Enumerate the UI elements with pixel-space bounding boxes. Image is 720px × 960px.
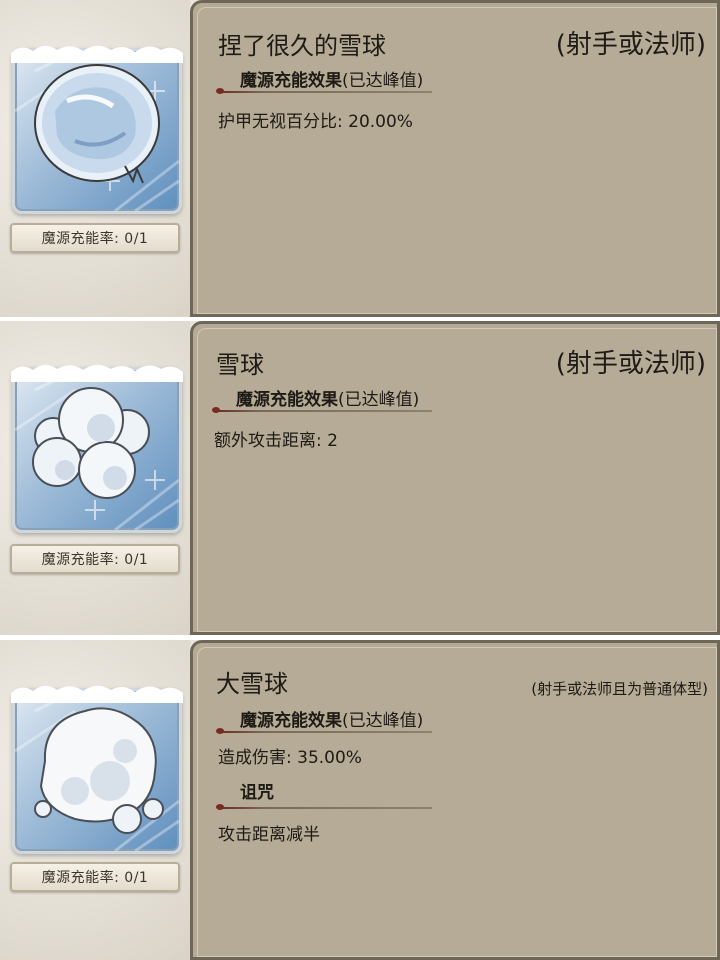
charge-rate: 魔源充能率: 0/1	[10, 223, 180, 253]
item-card-3[interactable]	[11, 685, 183, 854]
divider-line	[222, 807, 432, 809]
item-title: 雪球	[216, 351, 264, 379]
section-header-label: 魔源充能效果	[240, 71, 342, 91]
big-snowball-icon	[15, 691, 179, 851]
section-header: 魔源充能效果(已达峰值)	[240, 66, 423, 91]
frost-icon	[11, 364, 183, 382]
section-header-label: 魔源充能效果	[236, 390, 338, 410]
role-requirement: (射手或法师)	[555, 349, 706, 379]
section-header: 魔源充能效果(已达峰值)	[236, 385, 419, 410]
stat-line: 额外攻击距离: 2	[214, 431, 338, 451]
item-card-1[interactable]	[11, 45, 183, 214]
role-requirement: (射手或法师且为普通体型)	[531, 680, 708, 698]
charge-rate: 魔源充能率: 0/1	[10, 862, 180, 892]
section-status: (已达峰值)	[338, 390, 420, 410]
stat-line: 护甲无视百分比: 20.00%	[218, 112, 413, 132]
stat-line: 造成伤害: 35.00%	[218, 748, 362, 768]
section-status: (已达峰值)	[342, 711, 424, 731]
divider-line	[218, 410, 432, 412]
section-header-label: 魔源充能效果	[240, 711, 342, 731]
curse-header-label: 诅咒	[240, 783, 274, 803]
role-requirement: (射手或法师)	[555, 30, 706, 60]
item-panel-3: 魔源充能率: 0/1 大雪球 (射手或法师且为普通体型) 魔源充能效果(已达峰值…	[0, 640, 720, 960]
curse-stat-line: 攻击距离减半	[218, 825, 320, 845]
curse-header: 诅咒	[240, 778, 274, 803]
divider-line	[222, 731, 432, 733]
packed-snowball-icon	[15, 51, 179, 211]
frost-icon	[11, 45, 183, 63]
divider-line	[222, 91, 432, 93]
snowball-cluster-icon	[15, 370, 179, 530]
frost-icon	[11, 685, 183, 703]
charge-rate: 魔源充能率: 0/1	[10, 544, 180, 574]
item-panel-2: 魔源充能率: 0/1 雪球 (射手或法师) 魔源充能效果(已达峰值) 额外攻击距…	[0, 321, 720, 635]
section-header: 魔源充能效果(已达峰值)	[240, 706, 423, 731]
item-panel-1: 魔源充能率: 0/1 捏了很久的雪球 (射手或法师) 魔源充能效果(已达峰值) …	[0, 0, 720, 317]
item-title: 大雪球	[216, 670, 288, 698]
section-status: (已达峰值)	[342, 71, 424, 91]
item-title: 捏了很久的雪球	[218, 32, 386, 60]
item-card-2[interactable]	[11, 364, 183, 533]
